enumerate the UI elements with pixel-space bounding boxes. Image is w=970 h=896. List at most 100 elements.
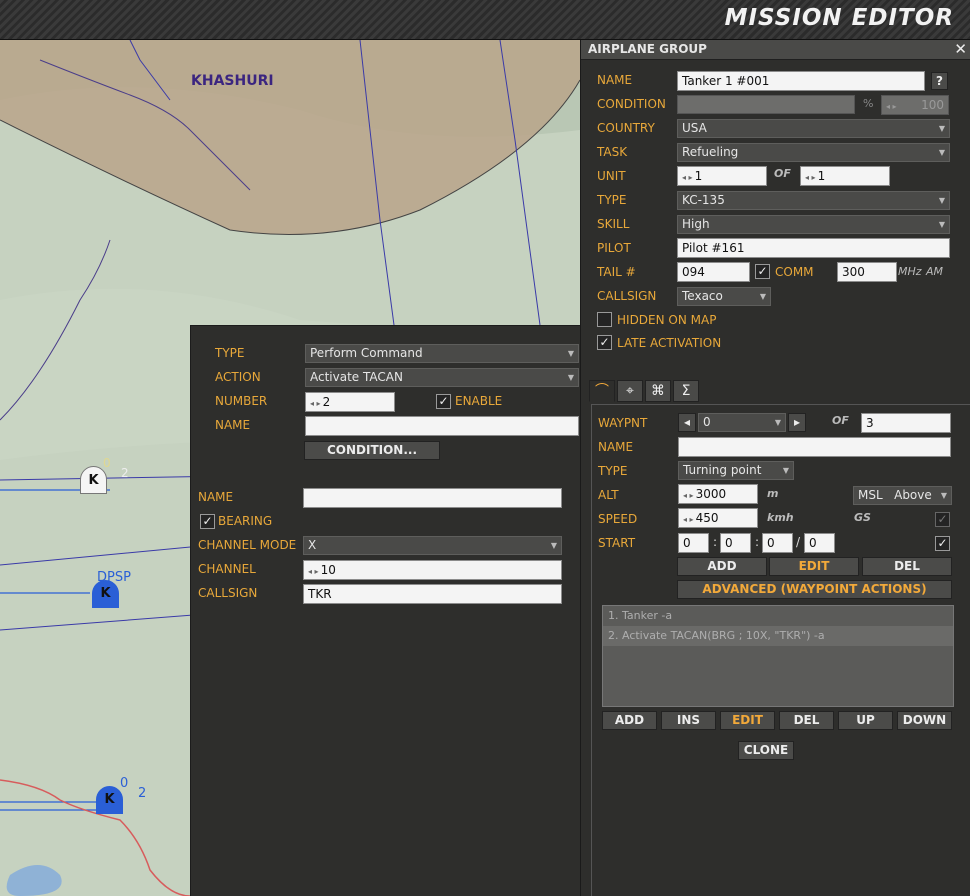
command-icon: ⌘ [651, 383, 665, 399]
unit-total-stepper[interactable]: ◂ ▸ 1 [800, 166, 890, 186]
start-hour-input[interactable]: 0 [720, 533, 751, 553]
cmd-action-select[interactable]: Activate TACAN ▼ [305, 368, 579, 387]
channel-mode-select[interactable]: X ▼ [303, 536, 562, 555]
beacon-marker-mid[interactable]: K [92, 580, 119, 608]
hidden-on-map-label: HIDDEN ON MAP [617, 313, 717, 327]
callsign-input[interactable]: TKR [303, 584, 562, 604]
unit-value: 1 [694, 169, 703, 183]
late-activation-checkbox[interactable]: ✓ [597, 335, 612, 350]
perform-command-panel: TYPE Perform Command ▼ ACTION Activate TA… [190, 325, 580, 896]
chevron-down-icon: ▼ [567, 373, 574, 382]
stepper-arrows-icon: ◂ ▸ [886, 102, 897, 111]
condition-button[interactable]: CONDITION... [304, 441, 440, 460]
advanced-waypoint-actions-button[interactable]: ADVANCED (WAYPOINT ACTIONS) [677, 580, 952, 599]
start-second-input[interactable]: 0 [804, 533, 835, 553]
beacon-low-n1: 0 [120, 776, 129, 791]
channel-mode-value: X [308, 538, 317, 552]
chevron-down-icon: ▼ [938, 124, 945, 133]
title-bar: MISSION EDITOR [0, 0, 970, 40]
action-delete-button[interactable]: DEL [779, 711, 834, 730]
waypoint-select[interactable]: 0 ▼ [698, 413, 786, 432]
start-sep-2: : [755, 535, 760, 549]
cmd-type-select[interactable]: Perform Command ▼ [305, 344, 579, 363]
callsign-label: CALLSIGN [198, 586, 258, 600]
chevron-down-icon: ▼ [550, 541, 557, 550]
channel-stepper[interactable]: ◂ ▸ 10 [303, 560, 562, 580]
tail-input[interactable]: 094 [677, 262, 750, 282]
start-sep-1: : [713, 535, 718, 549]
tab-route[interactable]: ⌒ [589, 380, 615, 402]
list-item[interactable]: 1. Tanker -a [603, 606, 953, 626]
start-checkbox[interactable]: ✓ [935, 536, 950, 551]
cmd-name2-label: NAME [198, 490, 234, 504]
tab-summary[interactable]: Σ [673, 380, 699, 402]
tab-targets[interactable]: ⌖ [617, 380, 643, 402]
task-select[interactable]: Refueling ▼ [677, 143, 950, 162]
beacon-top-n1: 0 [103, 456, 111, 470]
pilot-input[interactable]: Pilot #161 [677, 238, 950, 258]
alt-ref-select[interactable]: MSL Above ▼ [853, 486, 952, 505]
wp-edit-button[interactable]: EDIT [769, 557, 859, 576]
task-value: Refueling [682, 145, 739, 159]
comm-label: COMM [775, 265, 814, 279]
comm-unit-label: MHz [898, 265, 922, 278]
list-item-selected[interactable]: 2. Activate TACAN(BRG ; 10X, "TKR") -a [603, 626, 953, 646]
waypoint-prev-button[interactable]: ◂ [678, 413, 696, 432]
action-up-button[interactable]: UP [838, 711, 893, 730]
aircraft-type-select[interactable]: KC-135 ▼ [677, 191, 950, 210]
wp-add-button[interactable]: ADD [677, 557, 767, 576]
waypoint-next-button[interactable]: ▸ [788, 413, 806, 432]
wp-del-button[interactable]: DEL [862, 557, 952, 576]
panel-title: AIRPLANE GROUP [588, 42, 707, 56]
beacon-marker-top[interactable]: K [80, 466, 107, 494]
wp-type-select[interactable]: Turning point ▼ [678, 461, 794, 480]
alt-ref-value: MSL [858, 488, 883, 502]
waypoint-actions-list[interactable]: 1. Tanker -a 2. Activate TACAN(BRG ; 10X… [602, 605, 954, 707]
help-button[interactable]: ? [931, 72, 948, 90]
gs-checkbox: ✓ [935, 512, 950, 527]
unit-of-label: OF [774, 167, 791, 180]
wp-name-input[interactable] [678, 437, 951, 457]
speed-stepper[interactable]: ◂ ▸ 450 [678, 508, 758, 528]
cmd-name-label: NAME [215, 418, 251, 432]
action-down-button[interactable]: DOWN [897, 711, 952, 730]
skill-select[interactable]: High ▼ [677, 215, 950, 234]
beacon-low-n2: 2 [138, 786, 147, 801]
unit-total-value: 1 [817, 169, 826, 183]
cmd-number-value: 2 [322, 395, 331, 409]
group-name-input[interactable]: Tanker 1 #001 [677, 71, 925, 91]
route-icon: ⌒ [595, 383, 609, 399]
alt-stepper[interactable]: ◂ ▸ 3000 [678, 484, 758, 504]
condition-label: CONDITION [597, 97, 666, 111]
action-insert-button[interactable]: INS [661, 711, 716, 730]
comm-checkbox[interactable]: ✓ [755, 264, 770, 279]
tab-commands[interactable]: ⌘ [645, 380, 671, 402]
waypoint-of-label: OF [832, 414, 849, 427]
beacon-marker-low[interactable]: K [96, 786, 123, 814]
cmd-action-value: Activate TACAN [310, 370, 403, 384]
condition-stepper: ◂ ▸ 100 [881, 95, 949, 115]
action-clone-button[interactable]: CLONE [738, 741, 794, 760]
chevron-down-icon: ▼ [782, 466, 789, 475]
action-edit-button[interactable]: EDIT [720, 711, 775, 730]
hidden-on-map-checkbox[interactable] [597, 312, 612, 327]
close-icon[interactable]: ✕ [954, 40, 967, 58]
comm-frequency-input[interactable]: 300 [837, 262, 897, 282]
callsign-select[interactable]: Texaco ▼ [677, 287, 771, 306]
waypnt-label: WAYPNT [598, 416, 648, 430]
cmd-name2-input[interactable] [303, 488, 562, 508]
condition-value: 100 [921, 98, 944, 112]
unit-stepper[interactable]: ◂ ▸ 1 [677, 166, 767, 186]
start-minute-input[interactable]: 0 [762, 533, 793, 553]
cmd-enable-checkbox[interactable]: ✓ [436, 394, 451, 409]
condition-bar[interactable] [677, 95, 855, 114]
bearing-label: BEARING [218, 514, 273, 528]
country-select[interactable]: USA ▼ [677, 119, 950, 138]
start-day-input[interactable]: 0 [678, 533, 709, 553]
chevron-down-icon: ▼ [774, 418, 781, 427]
cmd-number-stepper[interactable]: ◂ ▸ 2 [305, 392, 395, 412]
bearing-checkbox[interactable]: ✓ [200, 514, 215, 529]
cmd-name-input[interactable] [305, 416, 579, 436]
action-add-button[interactable]: ADD [602, 711, 657, 730]
alt-label: ALT [598, 488, 619, 502]
